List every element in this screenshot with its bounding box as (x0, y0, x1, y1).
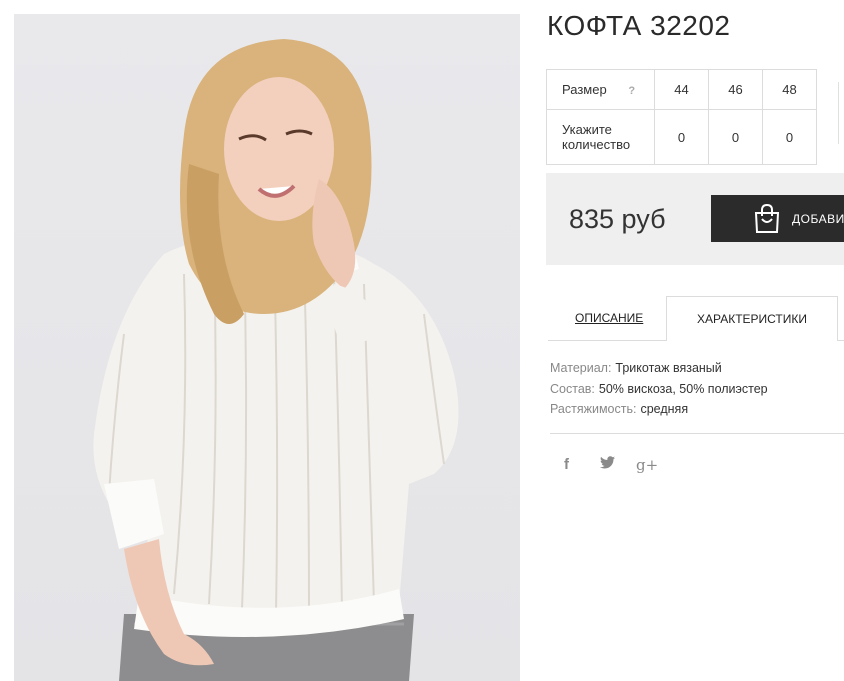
quantity-input-46[interactable]: 0 (708, 109, 763, 165)
quantity-label: Укажите количество (546, 109, 655, 165)
quantity-input-44[interactable]: 0 (654, 109, 709, 165)
product-photo[interactable] (14, 14, 520, 681)
characteristic-value: Трикотаж вязаный (615, 361, 722, 375)
divider (550, 433, 844, 434)
twitter-icon[interactable] (600, 456, 615, 473)
facebook-icon[interactable]: f (564, 456, 569, 473)
characteristic-key: Материал: (550, 361, 612, 375)
size-help-icon[interactable]: ? (628, 85, 635, 97)
characteristic-row: Материал: Трикотаж вязаный (550, 358, 768, 379)
table-scroll-edge (838, 82, 844, 144)
price: 835 руб (569, 204, 666, 234)
tab-characteristics[interactable]: ХАРАКТЕРИСТИКИ (666, 296, 838, 341)
tabs-underline (548, 340, 666, 341)
tabs-underline-right (838, 340, 844, 341)
product-title: КОФТА 32202 (547, 10, 731, 41)
size-label: Размер (562, 82, 607, 97)
characteristic-key: Растяжимость: (550, 402, 637, 416)
shopping-bag-icon (753, 203, 781, 237)
size-46: 46 (708, 69, 763, 110)
characteristic-row: Растяжимость: средняя (550, 399, 768, 420)
add-to-cart-label: ДОБАВИТЬ (792, 212, 844, 226)
size-table: Размер ? 44 46 48 Укажите количество 0 0… (546, 69, 817, 165)
google-plus-icon[interactable]: g+ (636, 456, 658, 474)
characteristic-value: 50% вискоза, 50% полиэстер (598, 381, 768, 396)
size-label-cell: Размер ? (546, 69, 655, 110)
characteristics-list: Материал: Трикотаж вязаный Состав: 50% вис… (550, 358, 768, 420)
tab-description[interactable]: ОПИСАНИЕ (575, 311, 643, 325)
price-bar: 835 руб ДОБАВИТЬ (546, 173, 844, 265)
quantity-input-48[interactable]: 0 (762, 109, 817, 165)
characteristic-key: Состав: (550, 381, 595, 396)
characteristic-row: Состав: 50% вискоза, 50% полиэстер (550, 379, 768, 400)
characteristic-value: средняя (640, 402, 689, 416)
size-44: 44 (654, 69, 709, 110)
add-to-cart-button[interactable]: ДОБАВИТЬ (711, 195, 844, 242)
size-48: 48 (762, 69, 817, 110)
product-tabs: ОПИСАНИЕ ХАРАКТЕРИСТИКИ (548, 296, 844, 341)
product-image (93, 39, 459, 681)
